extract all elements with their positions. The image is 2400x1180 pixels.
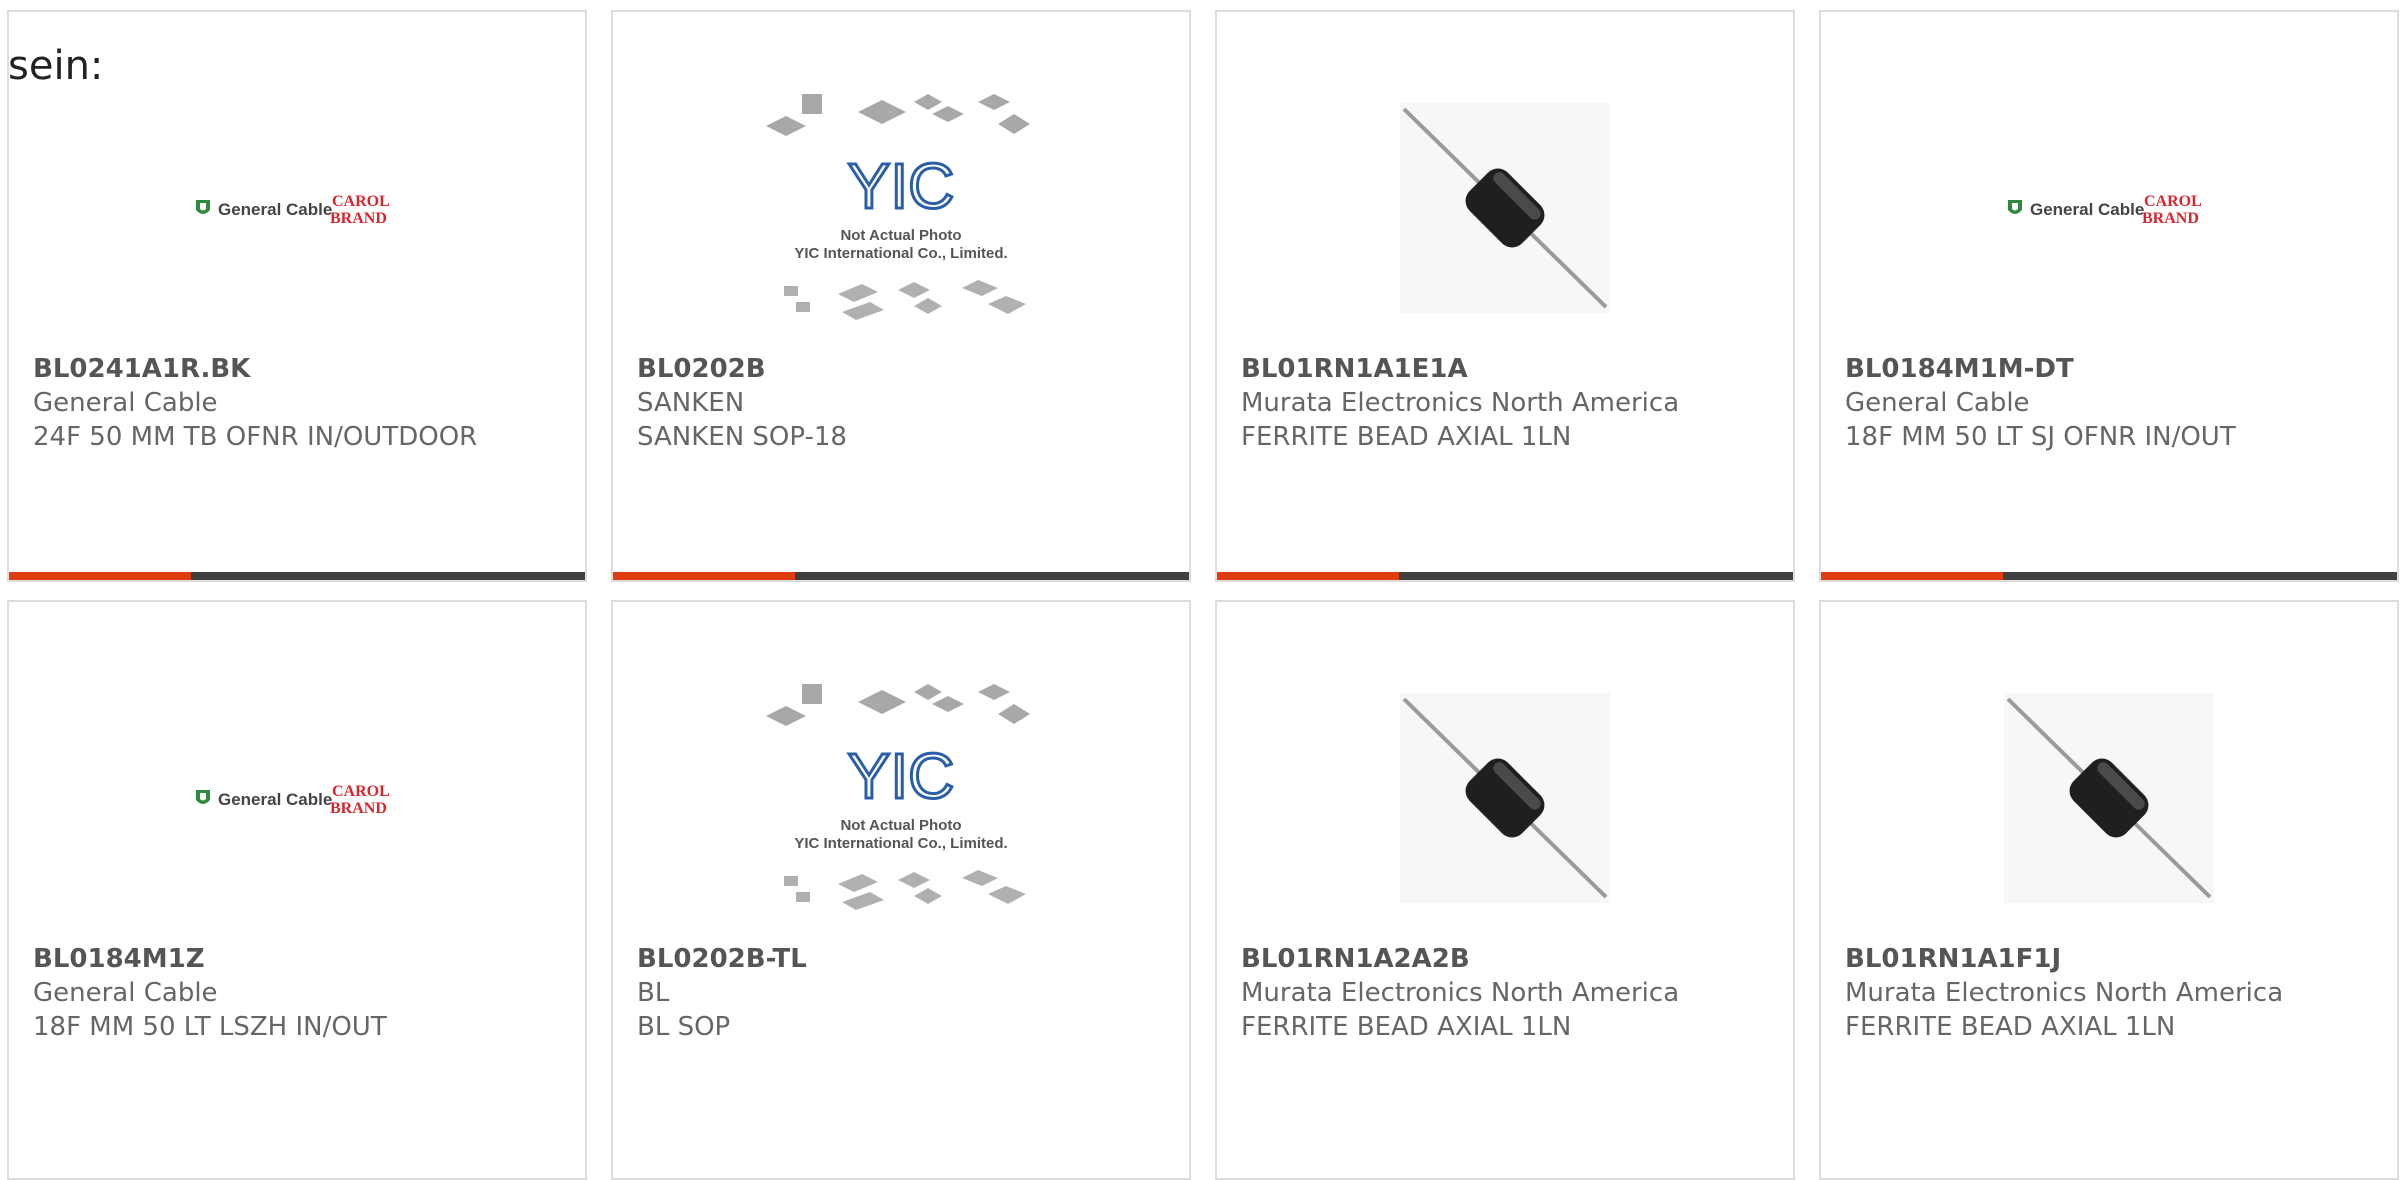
manufacturer: General Cable bbox=[33, 388, 218, 418]
product-image bbox=[1217, 652, 1793, 944]
svg-text:YIC International Co., Limited: YIC International Co., Limited. bbox=[794, 835, 1007, 852]
card-bar bbox=[1821, 572, 2397, 580]
part-number[interactable]: BL0184M1M-DT bbox=[1845, 352, 2385, 386]
card-bar-accent bbox=[613, 572, 795, 580]
product-image bbox=[1821, 652, 2397, 944]
description: FERRITE BEAD AXIAL 1LN bbox=[1845, 1012, 2176, 1042]
product-image: General Cable CAROL BRAND bbox=[9, 652, 585, 944]
manufacturer: Murata Electronics North America bbox=[1241, 388, 1680, 418]
svg-text:Not Actual Photo: Not Actual Photo bbox=[840, 817, 961, 834]
card-bar-accent bbox=[1821, 572, 2003, 580]
svg-text:General Cable: General Cable bbox=[218, 200, 332, 219]
product-image: YIC Not Actual Photo YIC International C… bbox=[613, 652, 1189, 944]
product-card[interactable]: BL01RN1A1F1J Murata Electronics North Am… bbox=[1819, 600, 2399, 1180]
description: 18F MM 50 LT LSZH IN/OUT bbox=[33, 1012, 387, 1042]
svg-text:General Cable: General Cable bbox=[2030, 200, 2144, 219]
product-card[interactable]: YIC Not Actual Photo YIC International C… bbox=[611, 600, 1191, 1180]
svg-text:YIC: YIC bbox=[848, 150, 955, 222]
description: 24F 50 MM TB OFNR IN/OUTDOOR bbox=[33, 422, 478, 452]
card-bar-accent bbox=[1217, 572, 1399, 580]
svg-text:CAROL: CAROL bbox=[332, 783, 390, 800]
product-card[interactable]: YIC Not Actual Photo YIC International C… bbox=[611, 10, 1191, 582]
product-image: General Cable CAROL BRAND bbox=[1821, 62, 2397, 354]
description: 18F MM 50 LT SJ OFNR IN/OUT bbox=[1845, 422, 2236, 452]
description: SANKEN SOP-18 bbox=[637, 422, 847, 452]
part-number[interactable]: BL0202B bbox=[637, 352, 1177, 386]
part-number[interactable]: BL01RN1A1E1A bbox=[1241, 352, 1781, 386]
card-bar bbox=[1217, 572, 1793, 580]
part-number[interactable]: BL0241A1R.BK bbox=[33, 352, 573, 386]
svg-text:YIC: YIC bbox=[848, 740, 955, 812]
product-image: YIC Not Actual Photo YIC International C… bbox=[613, 62, 1189, 354]
intro-text: sein: bbox=[8, 43, 104, 89]
manufacturer: BL bbox=[637, 978, 670, 1008]
svg-text:General Cable: General Cable bbox=[218, 790, 332, 809]
description: FERRITE BEAD AXIAL 1LN bbox=[1241, 1012, 1572, 1042]
manufacturer: Murata Electronics North America bbox=[1241, 978, 1680, 1008]
svg-text:YIC International Co., Limited: YIC International Co., Limited. bbox=[794, 245, 1007, 262]
manufacturer: General Cable bbox=[1845, 388, 2030, 418]
product-card[interactable]: General Cable CAROL BRAND BL0184M1M-DT G… bbox=[1819, 10, 2399, 582]
product-card[interactable]: BL01RN1A1E1A Murata Electronics North Am… bbox=[1215, 10, 1795, 582]
card-bar bbox=[9, 572, 585, 580]
description: BL SOP bbox=[637, 1012, 731, 1042]
manufacturer: SANKEN bbox=[637, 388, 745, 418]
card-bar-accent bbox=[9, 572, 191, 580]
part-number[interactable]: BL0202B-TL bbox=[637, 942, 1177, 976]
product-card[interactable]: BL01RN1A2A2B Murata Electronics North Am… bbox=[1215, 600, 1795, 1180]
manufacturer: General Cable bbox=[33, 978, 218, 1008]
product-card[interactable]: General Cable CAROL BRAND BL0184M1Z Gene… bbox=[7, 600, 587, 1180]
description: FERRITE BEAD AXIAL 1LN bbox=[1241, 422, 1572, 452]
svg-text:Not Actual Photo: Not Actual Photo bbox=[840, 227, 961, 244]
svg-text:BRAND: BRAND bbox=[330, 800, 387, 817]
product-image: General Cable CAROL BRAND bbox=[9, 62, 585, 354]
product-card[interactable]: General Cable CAROL BRAND BL0241A1R.BK G… bbox=[7, 10, 587, 582]
product-image bbox=[1217, 62, 1793, 354]
part-number[interactable]: BL01RN1A2A2B bbox=[1241, 942, 1781, 976]
manufacturer: Murata Electronics North America bbox=[1845, 978, 2284, 1008]
part-number[interactable]: BL01RN1A1F1J bbox=[1845, 942, 2385, 976]
part-number[interactable]: BL0184M1Z bbox=[33, 942, 573, 976]
svg-text:CAROL: CAROL bbox=[332, 193, 390, 210]
card-bar bbox=[613, 572, 1189, 580]
svg-text:BRAND: BRAND bbox=[330, 210, 387, 227]
svg-text:CAROL: CAROL bbox=[2144, 193, 2202, 210]
svg-text:BRAND: BRAND bbox=[2142, 210, 2199, 227]
